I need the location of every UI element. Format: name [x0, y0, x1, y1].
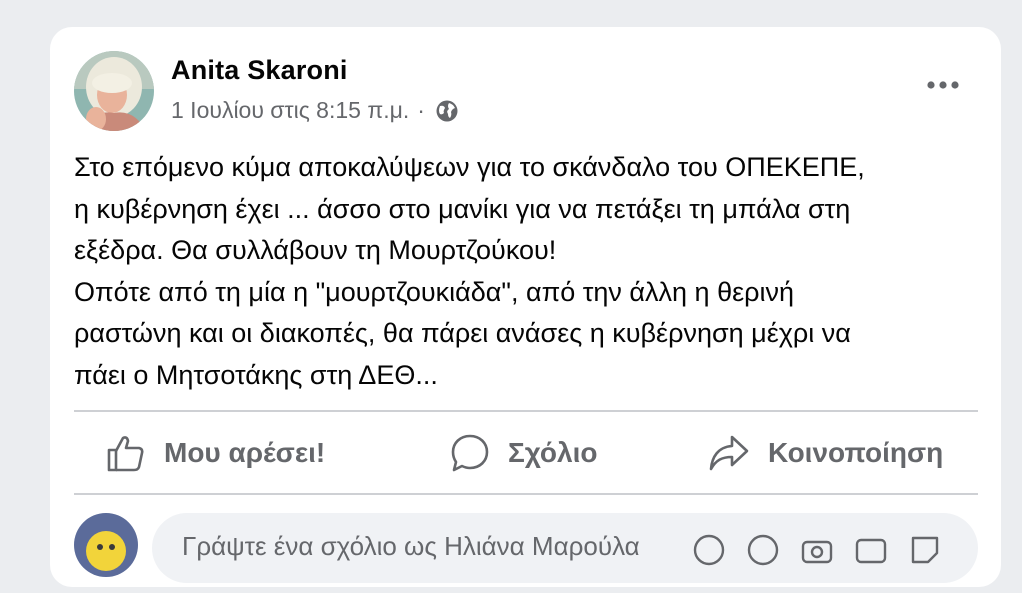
- comment-label: Σχόλιο: [508, 437, 598, 468]
- comment-composer: Γράψτε ένα σχόλιο ως Ηλιάνα Μαρούλα: [74, 513, 978, 593]
- share-label: Κοινοποίηση: [768, 437, 944, 468]
- share-arrow-icon: [709, 435, 749, 471]
- post-text-line: Οπότε από τη μία η "μουρτζουκιάδα", από …: [74, 276, 794, 307]
- comment-placeholder: Γράψτε ένα σχόλιο ως Ηλιάνα Μαρούλα: [182, 531, 640, 561]
- post-meta: 1 Ιουλίου στις 8:15 π.μ. ·: [171, 97, 459, 124]
- comment-bubble-icon: [451, 434, 489, 472]
- author-avatar[interactable]: [74, 51, 154, 131]
- post-card: Anita Skaroni 1 Ιουλίου στις 8:15 π.μ. ·…: [50, 27, 1001, 587]
- post-text: Στο επόμενο κύμα αποκαλύψεων για το σκάν…: [74, 147, 986, 396]
- post-text-line: Στο επόμενο κύμα αποκαλύψεων για το σκάν…: [74, 152, 865, 182]
- sticker-icon[interactable]: [908, 533, 942, 567]
- globe-icon: [436, 100, 458, 121]
- gif-icon[interactable]: [854, 533, 888, 567]
- post-text-line: εξέδρα. Θα συλλάβουν τη Μουρτζούκου!: [74, 235, 557, 265]
- comment-button[interactable]: Σχόλιο: [450, 413, 597, 493]
- post-text-line: πάει ο Μητσοτάκης στη ΔΕΘ...: [74, 359, 438, 390]
- camera-icon[interactable]: [800, 533, 834, 567]
- post-text-line: η κυβέρνηση έχει ... άσσο στο μανίκι για…: [74, 193, 851, 224]
- thumbs-up-icon: [107, 436, 144, 472]
- post-timestamp[interactable]: 1 Ιουλίου στις 8:15 π.μ.: [171, 97, 409, 124]
- ellipsis-icon[interactable]: [925, 75, 961, 95]
- post-text-line: ραστώνη και οι διακοπές, θα πάρει ανάσες…: [74, 318, 851, 348]
- like-label: Μου αρέσει!: [164, 437, 326, 468]
- share-button[interactable]: Κοινοποίηση: [708, 413, 943, 493]
- divider-bottom: [74, 493, 978, 495]
- author-name[interactable]: Anita Skaroni: [171, 55, 348, 86]
- avatar-sticker-icon[interactable]: [692, 533, 726, 567]
- like-button[interactable]: Μου αρέσει!: [106, 413, 325, 493]
- viewer-avatar[interactable]: [74, 513, 138, 577]
- divider-top: [74, 410, 978, 412]
- comment-input[interactable]: Γράψτε ένα σχόλιο ως Ηλιάνα Μαρούλα: [152, 513, 978, 583]
- action-bar: Μου αρέσει! Σχόλιο Κοινοποίηση: [74, 413, 978, 493]
- meta-separator: ·: [417, 97, 425, 123]
- emoji-icon[interactable]: [746, 533, 780, 567]
